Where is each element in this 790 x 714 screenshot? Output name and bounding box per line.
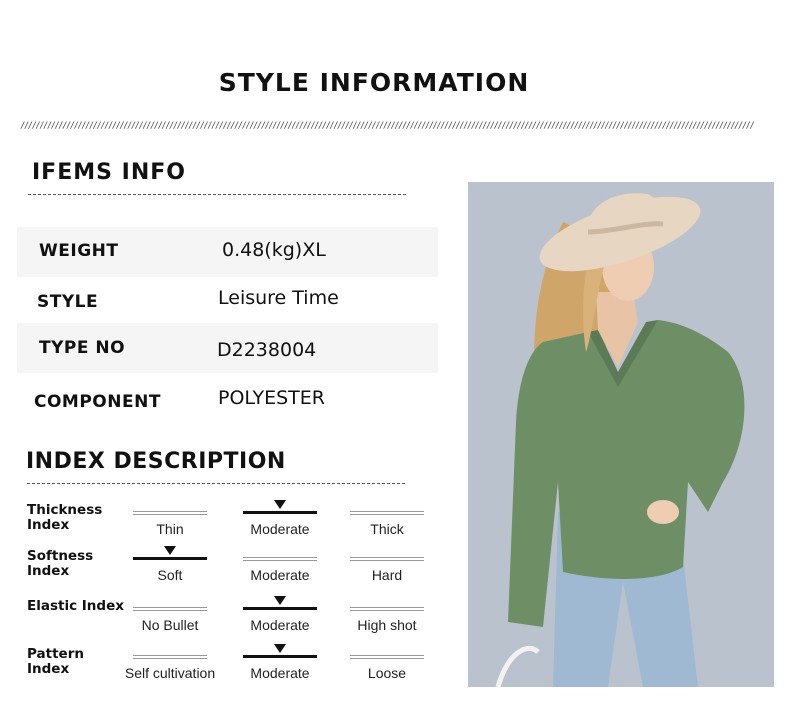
info-row-type-no: TYPE NO D2238004: [17, 323, 438, 373]
index-option-label: Moderate: [250, 521, 310, 537]
info-value: D2238004: [217, 339, 317, 361]
info-label: WEIGHT: [39, 241, 119, 261]
index-option-label: Moderate: [250, 665, 310, 681]
scale-line: [350, 511, 424, 515]
items-info-divider: [28, 194, 406, 195]
info-row-component: COMPONENT POLYESTER: [17, 376, 438, 426]
info-value: Leisure Time: [218, 287, 339, 309]
index-option-label: Thick: [370, 521, 404, 537]
scale-line: [243, 557, 317, 561]
scale-line-selected: [243, 655, 317, 658]
index-option-label: Loose: [367, 665, 407, 681]
info-label: COMPONENT: [34, 392, 161, 412]
index-option-label: Thin: [156, 521, 184, 537]
scale-line: [350, 607, 424, 611]
index-option-label: High shot: [357, 617, 417, 633]
info-label: STYLE: [37, 292, 99, 312]
product-photo: [468, 182, 774, 687]
indicator-triangle-icon: [274, 644, 286, 653]
info-row-weight: WEIGHT 0.48(kg)XL: [17, 227, 438, 277]
index-option-label: Moderate: [250, 567, 310, 583]
indicator-triangle-icon: [274, 596, 286, 605]
index-label: Elastic Index: [27, 598, 124, 614]
slash-divider: ////////////////////////////////////////…: [20, 121, 755, 131]
index-label: Pattern Index: [27, 646, 84, 677]
index-option-label: Self cultivation: [124, 665, 216, 681]
index-description-divider: [27, 483, 405, 484]
page-title: STYLE INFORMATION: [218, 68, 530, 97]
index-description-heading: INDEX DESCRIPTION: [26, 449, 286, 474]
scale-line: [350, 655, 424, 659]
indicator-triangle-icon: [164, 546, 176, 555]
info-row-style: STYLE Leisure Time: [17, 277, 438, 327]
index-option-label: No Bullet: [141, 617, 199, 633]
scale-line-selected: [133, 557, 207, 560]
model-illustration: [468, 182, 774, 687]
scale-line: [133, 511, 207, 515]
index-option-label: Moderate: [250, 617, 310, 633]
items-info-heading: IFEMS INFO: [32, 160, 186, 185]
indicator-triangle-icon: [274, 500, 286, 509]
scale-line: [133, 655, 207, 659]
index-option-label: Soft: [157, 567, 183, 583]
scale-line-selected: [243, 607, 317, 610]
index-label: Thickness Index: [27, 502, 103, 533]
scale-line-selected: [243, 511, 317, 514]
info-label: TYPE NO: [39, 338, 126, 358]
index-option-label: Hard: [371, 567, 403, 583]
info-value: 0.48(kg)XL: [222, 239, 326, 261]
index-label: Softness Index: [27, 548, 94, 579]
info-value: POLYESTER: [218, 387, 325, 409]
scale-line: [133, 607, 207, 611]
scale-line: [350, 557, 424, 561]
